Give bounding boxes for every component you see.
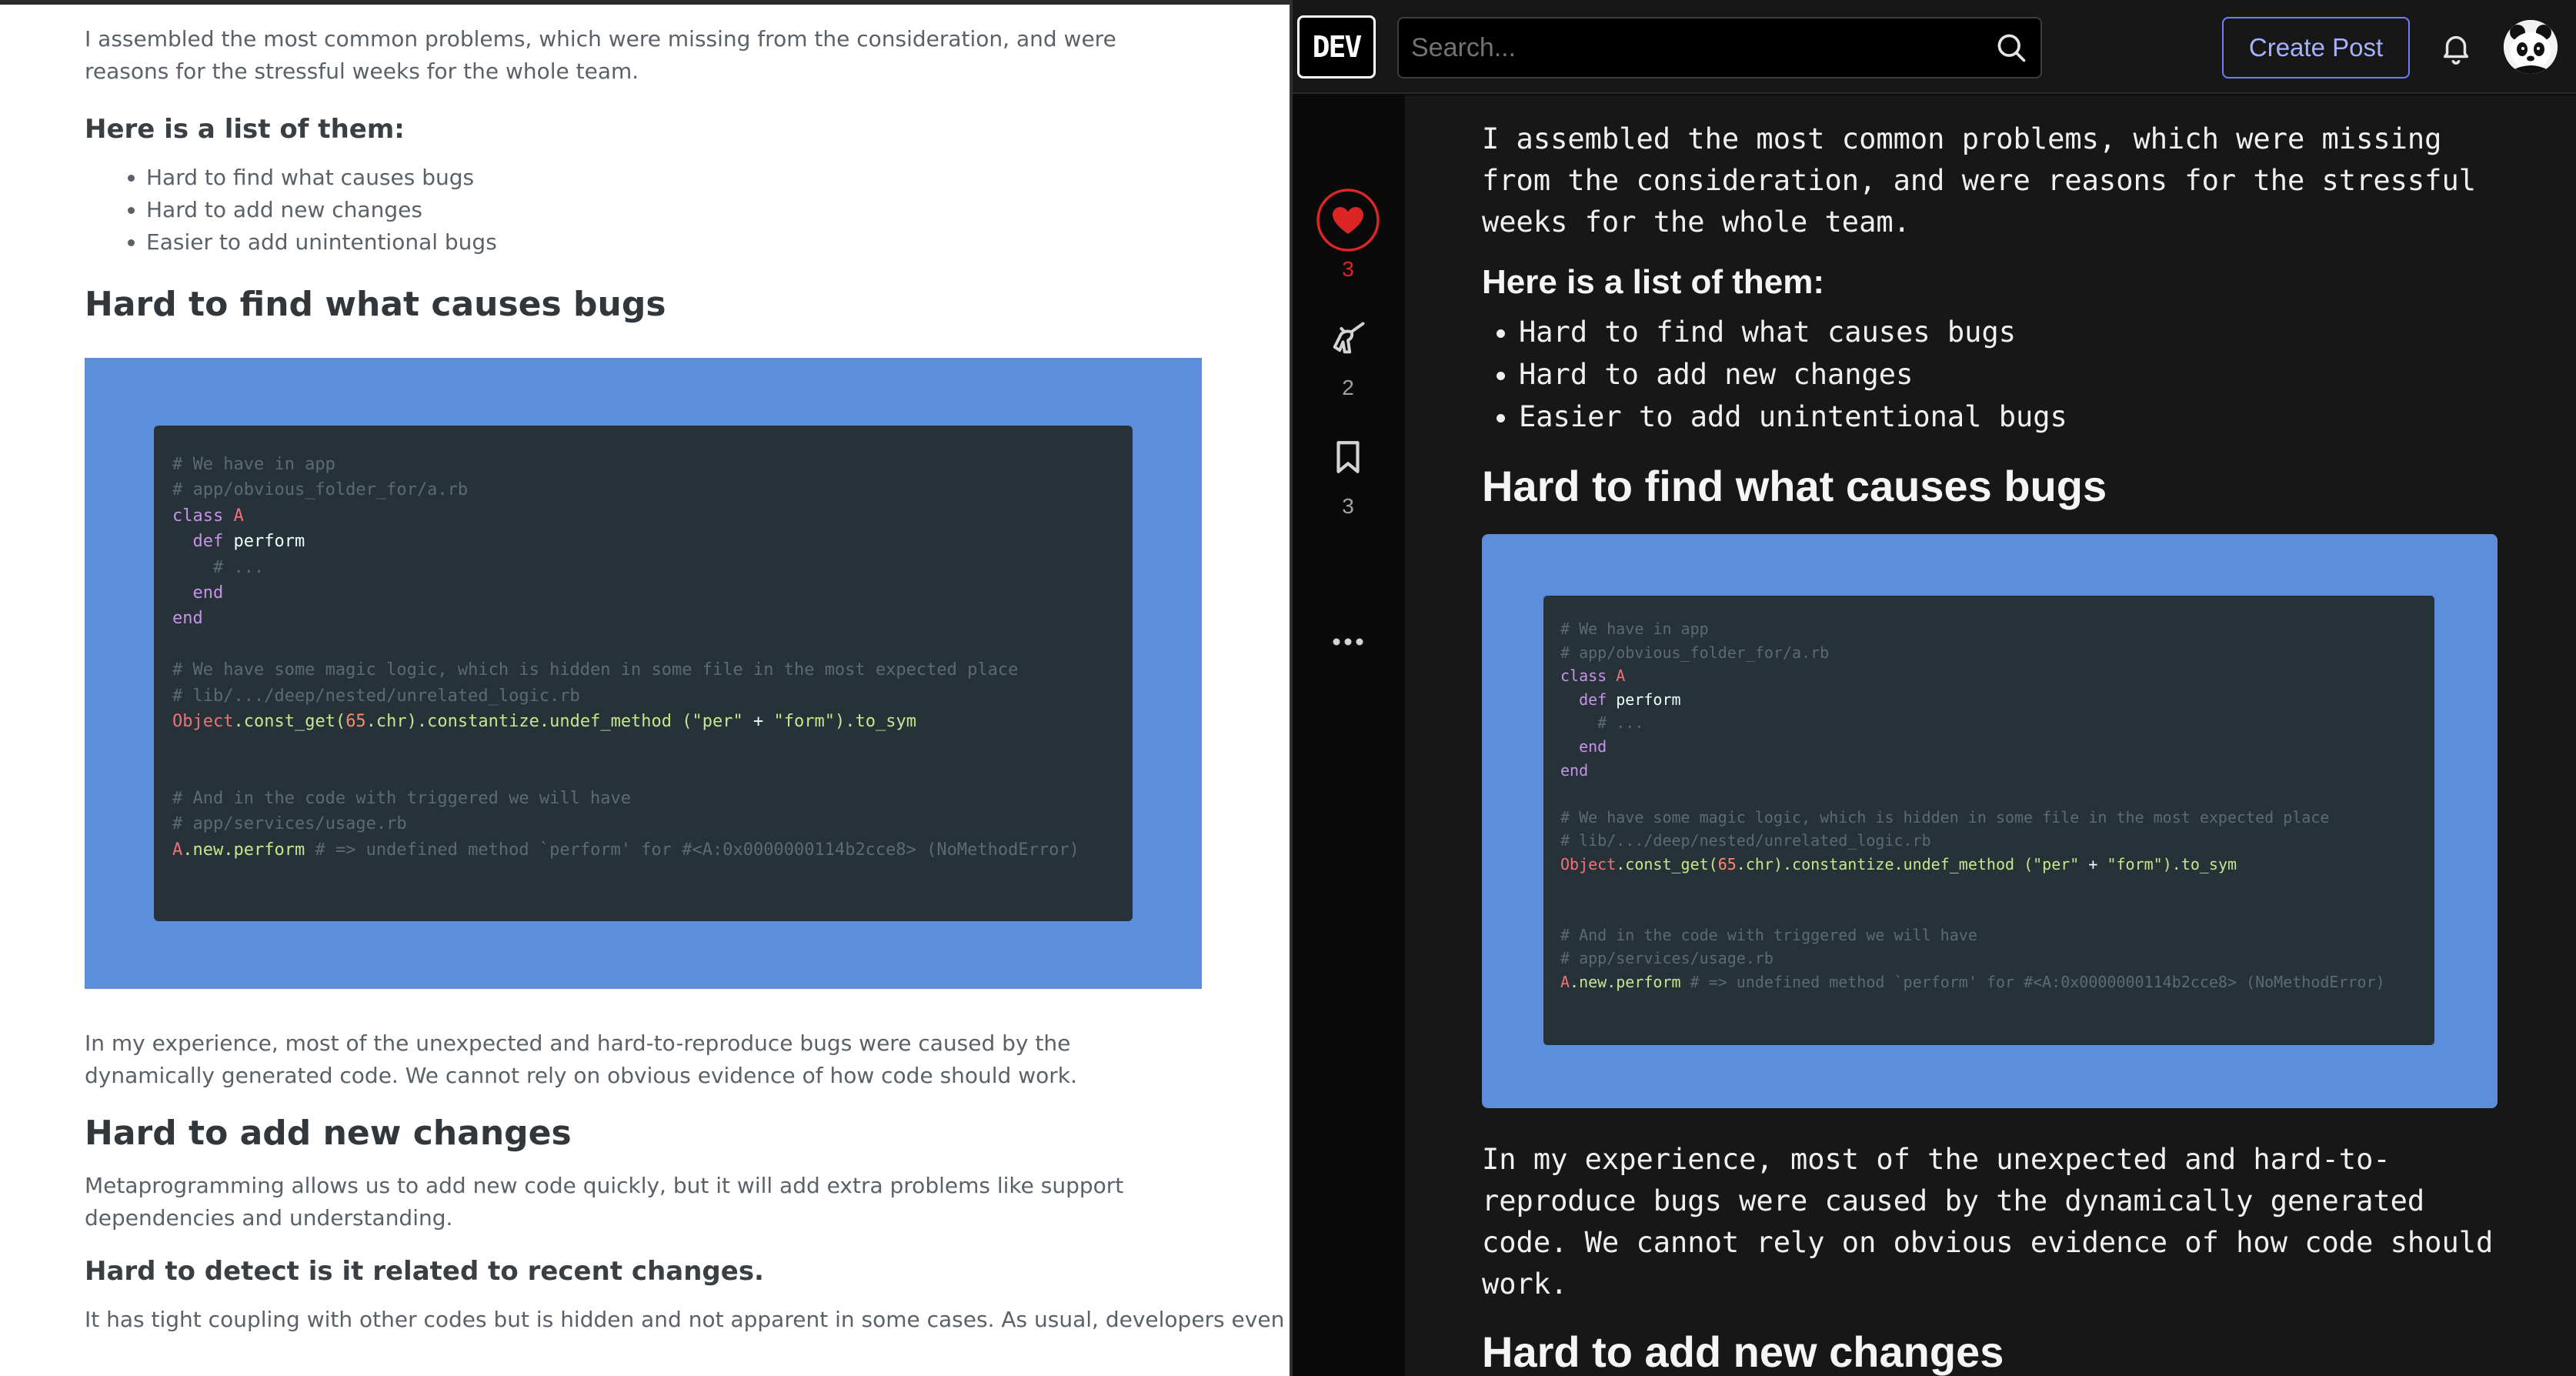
code-line: end — [1579, 736, 1607, 756]
code-editor: # We have in app # app/obvious_folder_fo… — [154, 426, 1133, 921]
top-header: DEV Create Post — [1293, 0, 2576, 94]
code-editor: # We have in app # app/obvious_folder_fo… — [1543, 596, 2434, 1045]
search-button[interactable] — [1990, 26, 2033, 69]
panda-avatar-icon — [2504, 20, 2558, 74]
more-options-icon — [1333, 638, 1363, 646]
code-line: # ... — [1597, 713, 1644, 733]
code-line: Object.const_get(65.chr).constantize.und… — [1560, 854, 2237, 873]
article-column: I assembled the most common problems, wh… — [1405, 95, 2576, 1376]
list-heading: Here is a list of them: — [85, 114, 405, 145]
notifications-button[interactable] — [2431, 23, 2481, 72]
list-item: Hard to add new changes — [146, 194, 1202, 226]
coupling-paragraph: It has tight coupling with other codes b… — [85, 1307, 1285, 1332]
code-line: # app/services/usage.rb — [172, 814, 407, 834]
intro-paragraph: I assembled the most common problems, wh… — [1482, 122, 2477, 239]
code-line: # We have some magic logic, which is hid… — [172, 660, 1019, 680]
dark-article-body: I assembled the most common problems, wh… — [1482, 119, 2513, 1376]
code-image: # We have in app # app/obvious_folder_fo… — [1482, 534, 2498, 1108]
dev-app-pane: DEV Create Post 3 2 — [1293, 0, 2576, 1376]
search-icon — [1997, 34, 2026, 62]
unicorn-icon — [1333, 322, 1365, 354]
code-line: class A — [172, 506, 244, 526]
heart-reaction[interactable]: 3 — [1313, 188, 1383, 282]
code-line: end — [172, 609, 203, 629]
code-line: # lib/.../deep/nested/unrelated_logic.rb — [172, 686, 580, 706]
section-heading-new-changes: Hard to add new changes — [1482, 1328, 2004, 1376]
bookmark-button[interactable] — [1316, 425, 1380, 489]
code-line: # We have some magic logic, which is hid… — [1560, 807, 2330, 827]
unicorn-button[interactable] — [1316, 306, 1380, 371]
create-post-button[interactable]: Create Post — [2222, 17, 2410, 78]
subheading-detect-changes: Hard to detect is it related to recent c… — [85, 1256, 764, 1287]
code-line: # lib/.../deep/nested/unrelated_logic.rb — [1560, 831, 1931, 850]
metaprogramming-paragraph: Metaprogramming allows us to add new cod… — [85, 1173, 1124, 1231]
more-actions[interactable] — [1313, 634, 1383, 650]
code-line: end — [1560, 760, 1589, 780]
intro-paragraph: I assembled the most common problems, wh… — [85, 26, 1116, 84]
dev-logo[interactable]: DEV — [1297, 15, 1376, 78]
list-item: Easier to add unintentional bugs — [1519, 396, 2513, 438]
list-item: Easier to add unintentional bugs — [146, 226, 1202, 259]
list-heading: Here is a list of them: — [1482, 263, 1825, 301]
heart-button[interactable] — [1316, 188, 1380, 252]
code-line: # We have in app — [172, 455, 335, 474]
code-line: def perform — [1579, 690, 1681, 709]
problem-list: Hard to find what causes bugs Hard to ad… — [1482, 311, 2513, 438]
code-line: # We have in app — [1560, 620, 1709, 638]
code-line: class A — [1560, 666, 1626, 686]
unicorn-reaction[interactable]: 2 — [1313, 306, 1383, 400]
unicorn-count: 2 — [1342, 376, 1354, 399]
experience-paragraph: In my experience, most of the unexpected… — [85, 1030, 1077, 1088]
light-article-body: I assembled the most common problems, wh… — [85, 23, 1285, 1336]
section-heading-find-bugs: Hard to find what causes bugs — [1482, 462, 2107, 510]
problem-list: Hard to find what causes bugs Hard to ad… — [85, 162, 1202, 259]
light-article-pane: I assembled the most common problems, wh… — [0, 0, 1290, 1376]
code-line: def perform — [192, 532, 305, 552]
code-line: A.new.perform # => undefined method `per… — [1560, 972, 2385, 991]
window-top-bar — [0, 0, 1290, 5]
code-line: end — [192, 583, 224, 603]
bookmark-reaction[interactable]: 3 — [1313, 425, 1383, 519]
search-input[interactable] — [1411, 18, 1965, 77]
code-line: A.new.perform # => undefined method `per… — [172, 840, 1079, 860]
reactions-rail: 3 2 3 — [1293, 95, 1405, 1376]
list-item: Hard to find what causes bugs — [1519, 311, 2513, 353]
list-item: Hard to find what causes bugs — [146, 162, 1202, 194]
code-line: # And in the code with triggered we will… — [1560, 925, 1977, 944]
code-line: # ... — [212, 557, 265, 577]
code-line: # app/obvious_folder_for/a.rb — [172, 480, 469, 500]
experience-paragraph: In my experience, most of the unexpected… — [1482, 1143, 2494, 1301]
bell-icon — [2443, 35, 2469, 65]
code-line: Object.const_get(65.chr).constantize.und… — [172, 711, 916, 731]
list-item: Hard to add new changes — [1519, 353, 2513, 396]
code-image: # We have in app # app/obvious_folder_fo… — [85, 358, 1202, 989]
code-line: # And in the code with triggered we will… — [172, 789, 632, 809]
code-line: # app/obvious_folder_for/a.rb — [1560, 643, 1830, 662]
heart-count: 3 — [1342, 257, 1354, 281]
bookmark-count: 3 — [1342, 494, 1354, 518]
bookmark-icon — [1336, 441, 1360, 473]
code-line: # app/services/usage.rb — [1560, 949, 1774, 968]
user-avatar[interactable] — [2504, 20, 2558, 74]
search-box — [1397, 17, 2042, 78]
heart-icon — [1316, 189, 1380, 252]
section-heading-new-changes: Hard to add new changes — [85, 1114, 572, 1153]
section-heading-find-bugs: Hard to find what causes bugs — [85, 285, 666, 324]
